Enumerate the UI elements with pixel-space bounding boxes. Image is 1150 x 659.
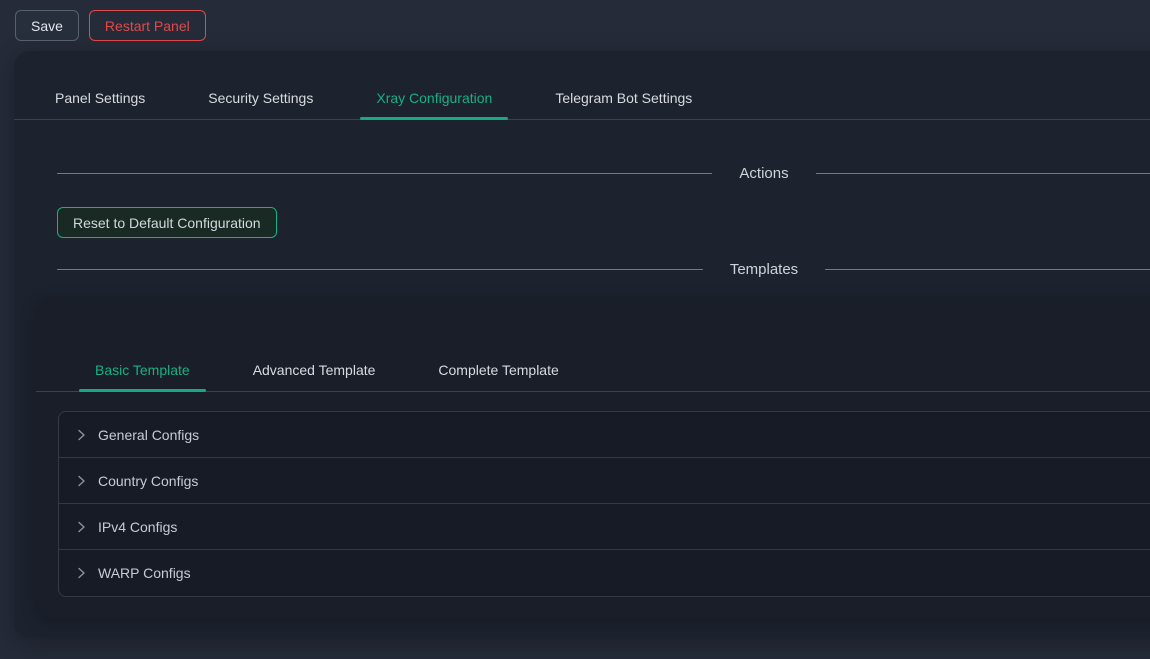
topbar: Save Restart Panel xyxy=(0,0,1150,51)
tab-security-settings[interactable]: Security Settings xyxy=(192,80,329,119)
tab-advanced-template[interactable]: Advanced Template xyxy=(237,352,392,391)
chevron-right-icon xyxy=(75,567,87,579)
divider-line xyxy=(57,173,712,174)
tab-xray-configuration[interactable]: Xray Configuration xyxy=(360,80,508,119)
settings-tabbar: Panel Settings Security Settings Xray Co… xyxy=(14,80,1150,120)
collapse-header-ipv4-configs[interactable]: IPv4 Configs xyxy=(59,504,1150,550)
chevron-right-icon xyxy=(75,475,87,487)
tab-basic-template[interactable]: Basic Template xyxy=(79,352,206,391)
reset-default-configuration-button[interactable]: Reset to Default Configuration xyxy=(57,207,277,238)
configs-collapse: General Configs Country Configs IPv4 Con… xyxy=(58,411,1150,597)
collapse-header-warp-configs[interactable]: WARP Configs xyxy=(59,550,1150,596)
collapse-header-label: IPv4 Configs xyxy=(98,519,177,535)
settings-card: Panel Settings Security Settings Xray Co… xyxy=(14,51,1150,638)
collapse-header-label: WARP Configs xyxy=(98,565,191,581)
templates-divider-label: Templates xyxy=(703,261,825,278)
restart-panel-button[interactable]: Restart Panel xyxy=(89,10,206,41)
actions-divider-label: Actions xyxy=(712,165,815,182)
chevron-right-icon xyxy=(75,521,87,533)
save-button[interactable]: Save xyxy=(15,10,79,41)
tab-panel-settings[interactable]: Panel Settings xyxy=(39,80,161,119)
templates-divider: Templates xyxy=(57,259,1150,280)
divider-line xyxy=(825,269,1150,270)
tab-complete-template[interactable]: Complete Template xyxy=(422,352,574,391)
divider-line xyxy=(57,269,703,270)
actions-divider: Actions xyxy=(57,163,1150,184)
tab-telegram-bot-settings[interactable]: Telegram Bot Settings xyxy=(539,80,708,119)
collapse-header-country-configs[interactable]: Country Configs xyxy=(59,458,1150,504)
templates-card: Basic Template Advanced Template Complet… xyxy=(36,297,1150,618)
divider-line xyxy=(816,173,1150,174)
template-tabbar: Basic Template Advanced Template Complet… xyxy=(36,352,1150,392)
collapse-header-label: General Configs xyxy=(98,427,199,443)
chevron-right-icon xyxy=(75,429,87,441)
collapse-header-general-configs[interactable]: General Configs xyxy=(59,412,1150,458)
collapse-header-label: Country Configs xyxy=(98,473,198,489)
